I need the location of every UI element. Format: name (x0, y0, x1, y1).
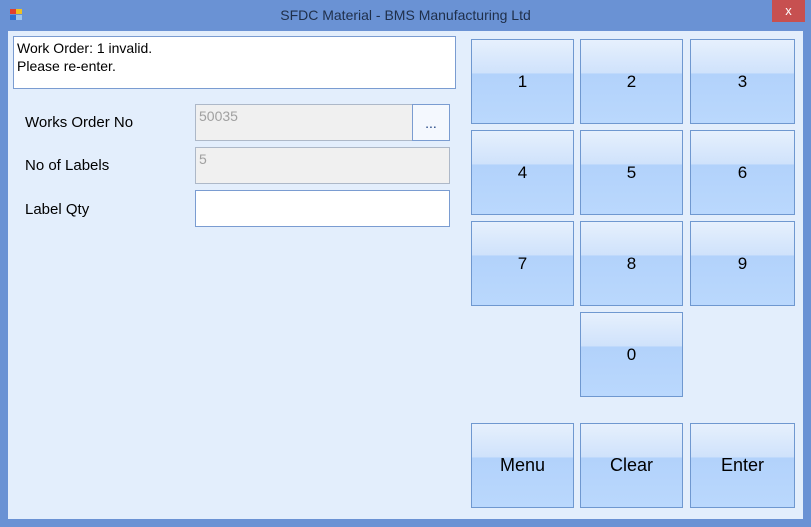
message-box: Work Order: 1 invalid. Please re-enter. (13, 36, 456, 89)
clear-button[interactable]: Clear (580, 423, 683, 508)
window: SFDC Material - BMS Manufacturing Ltd x … (0, 0, 811, 527)
no-of-labels-label: No of Labels (25, 157, 110, 174)
key-5[interactable]: 5 (580, 130, 683, 215)
message-line: Please re-enter. (17, 58, 116, 74)
title-bar: SFDC Material - BMS Manufacturing Ltd x (0, 0, 811, 31)
key-1[interactable]: 1 (471, 39, 574, 124)
menu-button[interactable]: Menu (471, 423, 574, 508)
key-3[interactable]: 3 (690, 39, 795, 124)
lookup-button[interactable]: ... (412, 104, 450, 141)
key-6[interactable]: 6 (690, 130, 795, 215)
window-title: SFDC Material - BMS Manufacturing Ltd (280, 7, 531, 23)
key-4[interactable]: 4 (471, 130, 574, 215)
enter-button[interactable]: Enter (690, 423, 795, 508)
close-button[interactable]: x (772, 0, 805, 22)
key-2[interactable]: 2 (580, 39, 683, 124)
no-of-labels-input[interactable]: 5 (195, 147, 450, 184)
message-line: Work Order: 1 invalid. (17, 40, 153, 56)
key-0[interactable]: 0 (580, 312, 683, 397)
works-order-label: Works Order No (25, 114, 134, 131)
key-8[interactable]: 8 (580, 221, 683, 306)
label-qty-label: Label Qty (25, 201, 90, 218)
key-9[interactable]: 9 (690, 221, 795, 306)
key-7[interactable]: 7 (471, 221, 574, 306)
label-qty-input[interactable] (195, 190, 450, 227)
